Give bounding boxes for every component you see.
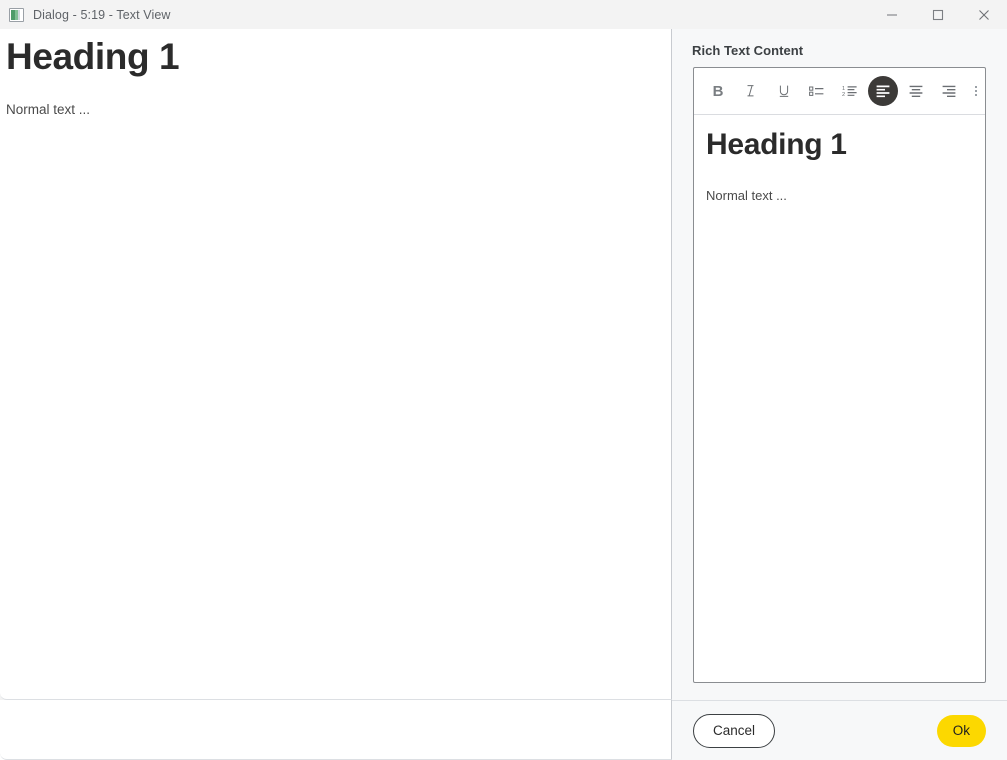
ok-button[interactable]: Ok	[936, 714, 986, 747]
dialog-body: Heading 1 Normal text ... Rich Text Cont…	[0, 29, 1007, 700]
more-options-icon[interactable]	[964, 76, 985, 106]
underline-icon[interactable]	[769, 76, 799, 106]
bold-glyph: B	[712, 82, 724, 100]
dialog-window: Dialog - 5:19 - Text View Heading 1 Norm…	[0, 0, 1007, 760]
svg-text:2: 2	[842, 92, 845, 98]
document-preview-pane: Heading 1 Normal text ...	[0, 29, 672, 700]
align-left-icon[interactable]	[868, 76, 898, 106]
rich-text-editor-box: B 1 2 Heading 1 Normal text ...	[693, 67, 986, 683]
close-icon[interactable]	[961, 0, 1007, 29]
rich-text-editor-content[interactable]: Heading 1 Normal text ...	[694, 115, 985, 682]
cancel-button[interactable]: Cancel	[693, 713, 776, 748]
document-preview-heading: Heading 1	[6, 36, 180, 77]
align-center-icon[interactable]	[901, 76, 931, 106]
dialog-footer: Cancel Ok	[672, 700, 1007, 760]
bulleted-list-icon[interactable]	[802, 76, 832, 106]
document-preview-body: Normal text ...	[6, 101, 91, 117]
window-title: Dialog - 5:19 - Text View	[33, 7, 171, 22]
italic-icon[interactable]	[736, 76, 766, 106]
editor-pane-bottom-spacer	[672, 683, 1007, 700]
editor-heading: Heading 1	[706, 128, 847, 161]
rich-text-editor-pane: Rich Text Content B 1 2 Heading 1 Normal…	[672, 29, 1007, 700]
title-bar-left: Dialog - 5:19 - Text View	[0, 7, 171, 22]
rich-text-content-label: Rich Text Content	[692, 43, 804, 58]
title-bar: Dialog - 5:19 - Text View	[0, 0, 1007, 29]
bold-icon[interactable]: B	[703, 76, 733, 106]
window-controls	[869, 0, 1007, 29]
footer-left-filler	[0, 700, 672, 760]
footer-area: Cancel Ok	[0, 700, 1007, 760]
editor-body-text: Normal text ...	[706, 188, 787, 203]
numbered-list-icon[interactable]: 1 2	[835, 76, 865, 106]
maximize-icon[interactable]	[915, 0, 961, 29]
image-thumbnail-icon	[9, 7, 24, 22]
minimize-icon[interactable]	[869, 0, 915, 29]
align-right-icon[interactable]	[934, 76, 964, 106]
formatting-toolbar: B 1 2	[694, 68, 985, 115]
